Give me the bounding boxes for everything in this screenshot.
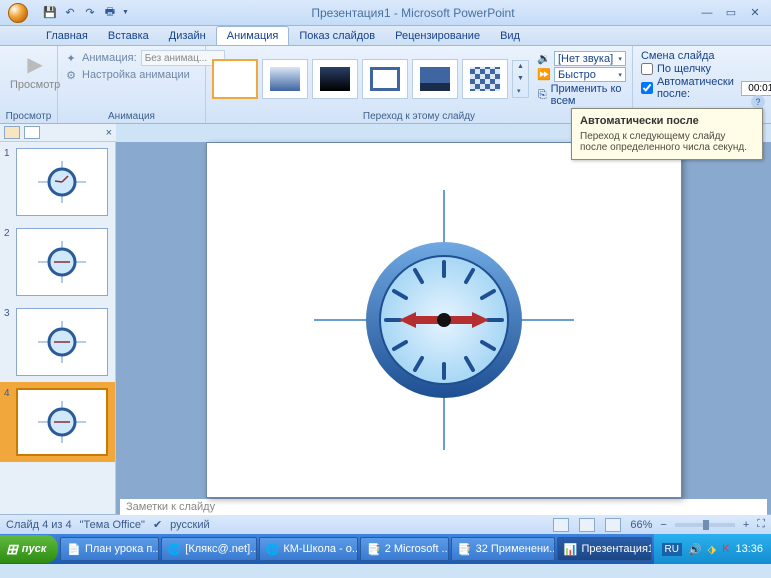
tab-view[interactable]: Вид <box>490 27 530 45</box>
thumb-4[interactable]: 4 <box>0 382 115 462</box>
tab-animation[interactable]: Анимация <box>216 26 290 45</box>
transition-5[interactable] <box>462 59 508 99</box>
window-title: Презентация1 - Microsoft PowerPoint <box>135 6 691 20</box>
group-preview: Просмотр <box>4 110 53 123</box>
tab-slideshow[interactable]: Показ слайдов <box>289 27 385 45</box>
tooltip: Автоматически после Переход к следующему… <box>571 108 763 160</box>
pane-close-icon[interactable]: × <box>106 127 112 139</box>
view-show-button[interactable] <box>605 518 621 532</box>
tab-design[interactable]: Дизайн <box>159 27 216 45</box>
tab-review[interactable]: Рецензирование <box>385 27 490 45</box>
gear-icon: ⚙ <box>64 68 78 82</box>
gallery-up-icon[interactable]: ▲ <box>513 61 528 72</box>
thumb-3[interactable]: 3 <box>0 302 115 382</box>
taskbar-item-5[interactable]: 📊Презентация1 <box>557 537 652 561</box>
windows-logo-icon: ⊞ <box>6 541 18 558</box>
view-sorter-button[interactable] <box>579 518 595 532</box>
gallery-more-icon[interactable]: ▾ <box>513 85 528 97</box>
tooltip-text: Переход к следующему слайду после опреде… <box>580 131 754 153</box>
view-normal-button[interactable] <box>553 518 569 532</box>
advance-title: Смена слайда <box>641 50 771 62</box>
pane-tab-outline[interactable] <box>24 126 40 139</box>
transition-3[interactable] <box>362 59 408 99</box>
print-icon[interactable]: 🖶 <box>102 5 118 21</box>
apply-all-icon: ⎘ <box>537 88 548 102</box>
spellcheck-icon[interactable]: ✔ <box>153 518 162 531</box>
transition-none[interactable] <box>212 59 258 99</box>
status-slide-info: Слайд 4 из 4 <box>6 519 72 531</box>
notes-pane[interactable]: Заметки к слайду <box>120 498 767 515</box>
taskbar-item-0[interactable]: 📄План урока п... <box>60 537 158 561</box>
taskbar-item-1[interactable]: 🌐[Клякс@.net]... <box>161 537 257 561</box>
pane-tab-slides[interactable] <box>4 126 20 139</box>
tooltip-title: Автоматически после <box>580 115 754 127</box>
auto-after-label: Автоматически после: <box>657 76 737 100</box>
auto-after-time[interactable] <box>741 81 771 96</box>
transition-1[interactable] <box>262 59 308 99</box>
tray-icon-2[interactable]: ⬗ <box>708 543 716 556</box>
redo-icon[interactable]: ↷ <box>82 5 98 21</box>
sound-icon: 🔉 <box>537 52 551 66</box>
tray-lang[interactable]: RU <box>662 543 682 556</box>
animation-label: Анимация: <box>82 52 137 64</box>
auto-after-checkbox[interactable] <box>641 82 653 94</box>
taskbar-item-2[interactable]: 🌐КМ-Школа - о... <box>259 537 358 561</box>
clock-shape[interactable] <box>304 180 584 460</box>
restore-button[interactable]: ▭ <box>721 5 741 21</box>
transition-2[interactable] <box>312 59 358 99</box>
zoom-value[interactable]: 66% <box>630 519 652 531</box>
transition-4[interactable] <box>412 59 458 99</box>
thumb-1[interactable]: 1 <box>0 142 115 222</box>
custom-animation-button[interactable]: ⚙ Настройка анимации <box>64 68 225 82</box>
taskbar-item-4[interactable]: 📑32 Применени... <box>451 537 555 561</box>
gallery-down-icon[interactable]: ▼ <box>513 73 528 84</box>
speed-combo[interactable]: Быстро▾ <box>554 67 626 82</box>
group-animation: Анимация <box>62 110 201 123</box>
status-theme: "Тема Office" <box>80 519 145 531</box>
office-logo-icon <box>8 3 28 23</box>
undo-icon[interactable]: ↶ <box>62 5 78 21</box>
status-lang[interactable]: русский <box>170 519 209 531</box>
preview-label: Просмотр <box>10 79 60 91</box>
sound-combo[interactable]: [Нет звука]▾ <box>554 51 626 66</box>
tray-icon-3[interactable]: K <box>722 543 729 555</box>
speed-icon: ⏩ <box>537 68 551 82</box>
thumbnail-pane: 1 2 3 4 <box>0 142 116 514</box>
zoom-slider[interactable] <box>675 523 735 527</box>
office-button[interactable] <box>0 0 36 26</box>
preview-icon: ▶ <box>27 52 42 77</box>
star-icon: ✦ <box>64 51 78 65</box>
tab-insert[interactable]: Вставка <box>98 27 159 45</box>
start-button[interactable]: ⊞пуск <box>0 535 58 563</box>
group-transition: Переход к этому слайду <box>210 110 628 123</box>
slide-canvas[interactable] <box>206 142 682 498</box>
zoom-out-icon[interactable]: − <box>660 519 666 531</box>
fit-icon[interactable]: ⛶ <box>757 518 765 531</box>
transition-gallery[interactable]: ▲ ▼ ▾ <box>210 57 531 101</box>
save-icon[interactable]: 💾 <box>42 5 58 21</box>
tab-home[interactable]: Главная <box>36 27 98 45</box>
zoom-in-icon[interactable]: + <box>743 519 749 531</box>
apply-all-button[interactable]: ⎘Применить ко всем <box>537 83 626 107</box>
animation-combo-row: ✦ Анимация: Без анимац... <box>64 50 225 66</box>
taskbar-item-3[interactable]: 📑2 Microsoft ... <box>360 537 449 561</box>
ribbon-tabs: Главная Вставка Дизайн Анимация Показ сл… <box>0 26 771 46</box>
thumb-2[interactable]: 2 <box>0 222 115 302</box>
preview-button[interactable]: ▶ Просмотр <box>4 48 66 95</box>
minimize-button[interactable]: — <box>697 5 717 21</box>
qat-more-icon[interactable]: ▼ <box>122 9 129 16</box>
on-click-checkbox[interactable] <box>641 63 653 75</box>
tray-time[interactable]: 13:36 <box>735 543 763 555</box>
tray-icon-1[interactable]: 🔊 <box>688 543 702 556</box>
on-click-label: По щелчку <box>657 63 711 75</box>
help-icon[interactable]: ? <box>751 95 765 109</box>
close-button[interactable]: ✕ <box>745 5 765 21</box>
